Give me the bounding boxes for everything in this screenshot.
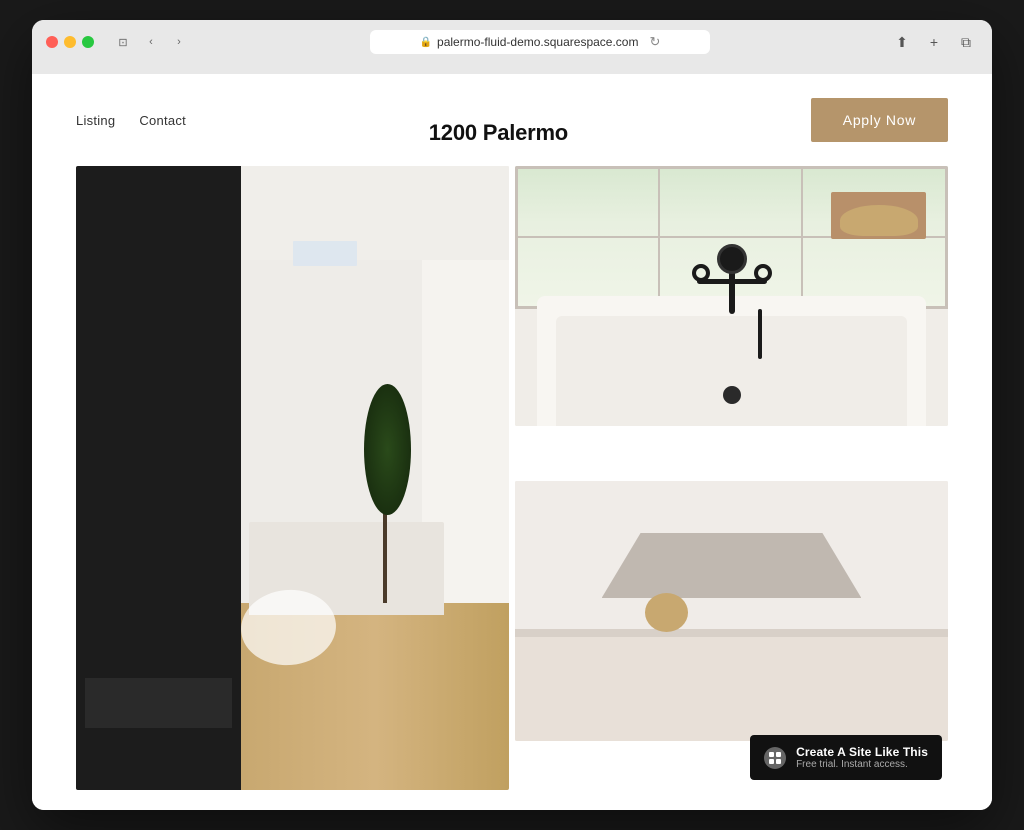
kitchen-counter bbox=[515, 637, 948, 741]
tab-overview-icon[interactable]: ⧉ bbox=[954, 30, 978, 54]
bath-handle-left bbox=[692, 264, 710, 282]
bath-shower-head bbox=[717, 244, 747, 274]
site-title: 1200 Palermo bbox=[429, 120, 568, 146]
minimize-button[interactable] bbox=[64, 36, 76, 48]
website-content: Listing Contact 1200 Palermo Apply Now bbox=[32, 74, 992, 810]
badge-title: Create A Site Like This bbox=[796, 745, 928, 759]
kitchen-scene bbox=[515, 481, 948, 741]
bathroom-scene bbox=[515, 166, 948, 426]
bath-accessories bbox=[840, 205, 918, 236]
window-resize-icon[interactable]: ⊡ bbox=[112, 31, 134, 53]
bath-handle-right bbox=[754, 264, 772, 282]
apply-now-button[interactable]: Apply Now bbox=[811, 98, 948, 142]
address-bar-container: 🔒 palermo-fluid-demo.squarespace.com ↻ bbox=[200, 30, 880, 54]
gallery-image-kitchen bbox=[515, 481, 948, 741]
nav-listing[interactable]: Listing bbox=[76, 113, 115, 128]
maximize-button[interactable] bbox=[82, 36, 94, 48]
badge-subtitle: Free trial. Instant access. bbox=[796, 759, 928, 770]
new-tab-icon[interactable]: + bbox=[922, 30, 946, 54]
bath-drain bbox=[723, 386, 741, 404]
bath-hose bbox=[758, 309, 762, 359]
forward-button[interactable]: › bbox=[168, 31, 190, 53]
kitchen-hood bbox=[602, 533, 862, 598]
browser-nav-controls: ⊡ ‹ › bbox=[112, 31, 190, 53]
nav-links: Listing Contact bbox=[76, 113, 186, 128]
gallery-image-bathroom bbox=[515, 166, 948, 426]
badge-text: Create A Site Like This Free trial. Inst… bbox=[796, 745, 928, 770]
browser-actions: ⬆ + ⧉ bbox=[890, 30, 978, 54]
squarespace-badge[interactable]: Create A Site Like This Free trial. Inst… bbox=[750, 735, 942, 780]
image-gallery: Create A Site Like This Free trial. Inst… bbox=[32, 166, 992, 810]
back-button[interactable]: ‹ bbox=[140, 31, 162, 53]
lr-plant bbox=[362, 384, 414, 602]
gallery-image-living-room bbox=[76, 166, 509, 790]
browser-window: ⊡ ‹ › 🔒 palermo-fluid-demo.squarespace.c… bbox=[32, 20, 992, 810]
nav-contact[interactable]: Contact bbox=[139, 113, 186, 128]
lr-fireplace bbox=[85, 678, 232, 728]
squarespace-logo-icon bbox=[764, 747, 786, 769]
living-room-scene bbox=[76, 166, 509, 790]
traffic-lights bbox=[46, 36, 94, 48]
browser-top-bar: ⊡ ‹ › 🔒 palermo-fluid-demo.squarespace.c… bbox=[46, 30, 978, 54]
url-text: palermo-fluid-demo.squarespace.com bbox=[437, 35, 638, 49]
address-bar[interactable]: 🔒 palermo-fluid-demo.squarespace.com ↻ bbox=[370, 30, 710, 54]
close-button[interactable] bbox=[46, 36, 58, 48]
lr-ceiling bbox=[241, 166, 509, 260]
kitchen-items bbox=[645, 593, 688, 632]
share-icon[interactable]: ⬆ bbox=[890, 30, 914, 54]
lr-skylight bbox=[293, 241, 358, 266]
browser-chrome: ⊡ ‹ › 🔒 palermo-fluid-demo.squarespace.c… bbox=[32, 20, 992, 74]
site-nav: Listing Contact 1200 Palermo Apply Now bbox=[32, 74, 992, 166]
browser-tabs bbox=[46, 62, 978, 74]
lock-icon: 🔒 bbox=[420, 37, 432, 48]
bath-faucet bbox=[682, 244, 782, 344]
reload-icon[interactable]: ↻ bbox=[649, 34, 660, 50]
